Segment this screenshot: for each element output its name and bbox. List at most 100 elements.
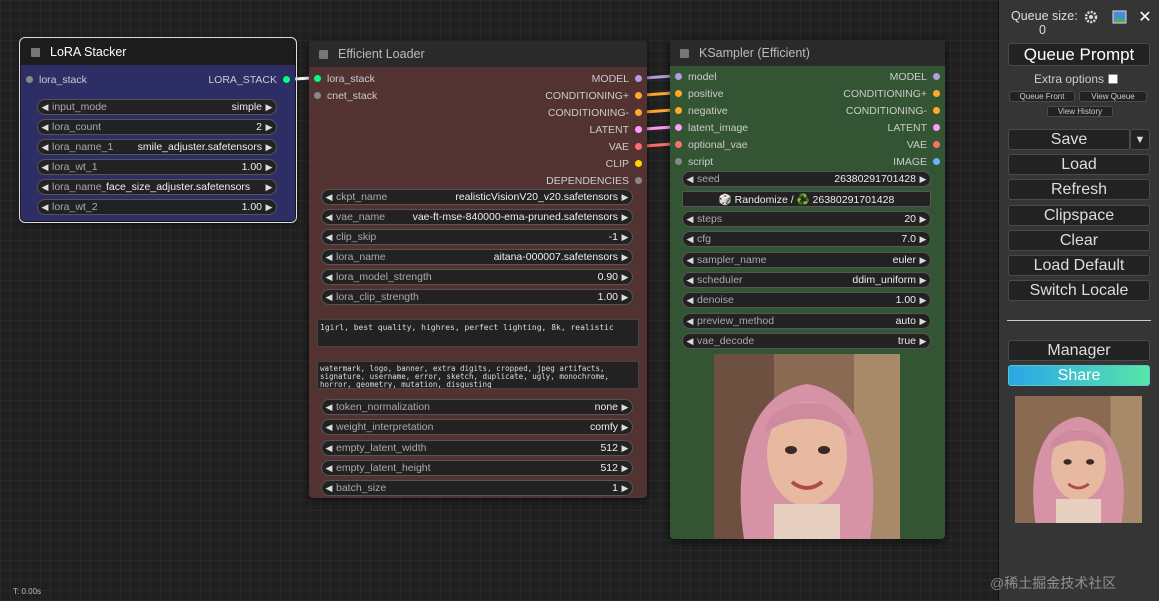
output-slot-vae[interactable]: VAE: [609, 138, 647, 155]
view-history-button[interactable]: View History: [1047, 106, 1113, 117]
arrow-left-icon[interactable]: ◀: [683, 295, 697, 306]
arrow-left-icon[interactable]: ◀: [322, 443, 336, 454]
input-slot-negative[interactable]: negative: [670, 102, 728, 119]
arrow-right-icon[interactable]: ▶: [618, 272, 632, 283]
output-slot-vae[interactable]: VAE: [907, 136, 945, 153]
queue-prompt-button[interactable]: Queue Prompt: [1008, 43, 1150, 66]
widget-sampler-name[interactable]: ◀ sampler_name euler ▶: [682, 252, 931, 268]
arrow-left-icon[interactable]: ◀: [322, 232, 336, 243]
output-slot-latent[interactable]: LATENT: [590, 121, 647, 138]
output-slot-lora-stack[interactable]: LORA_STACK: [208, 71, 295, 88]
widget-lora-wt-1[interactable]: ◀ lora_wt_1 1.00 ▶: [37, 159, 277, 175]
arrow-right-icon[interactable]: ▶: [618, 483, 632, 494]
widget-batch-size[interactable]: ◀ batch_size 1 ▶: [321, 480, 633, 496]
arrow-left-icon[interactable]: ◀: [322, 422, 336, 433]
arrow-right-icon[interactable]: ▶: [618, 422, 632, 433]
widget-denoise[interactable]: ◀ denoise 1.00 ▶: [682, 292, 931, 308]
arrow-right-icon[interactable]: ▶: [916, 275, 930, 286]
collapse-icon[interactable]: [680, 48, 689, 58]
arrow-left-icon[interactable]: ◀: [683, 336, 697, 347]
output-slot-conditioning-positive[interactable]: CONDITIONING+: [843, 85, 945, 102]
arrow-right-icon[interactable]: ▶: [618, 443, 632, 454]
load-default-button[interactable]: Load Default: [1008, 255, 1150, 276]
arrow-right-icon[interactable]: ▶: [262, 122, 276, 133]
arrow-right-icon[interactable]: ▶: [618, 232, 632, 243]
arrow-right-icon[interactable]: ▶: [916, 234, 930, 245]
arrow-left-icon[interactable]: ◀: [38, 142, 52, 153]
arrow-left-icon[interactable]: ◀: [322, 463, 336, 474]
output-slot-clip[interactable]: CLIP: [606, 155, 647, 172]
arrow-left-icon[interactable]: ◀: [683, 214, 697, 225]
arrow-left-icon[interactable]: ◀: [38, 162, 52, 173]
widget-input-mode[interactable]: ◀ input_mode simple ▶: [37, 99, 277, 115]
switch-locale-button[interactable]: Switch Locale: [1008, 280, 1150, 301]
widget-lora-count[interactable]: ◀ lora_count 2 ▶: [37, 119, 277, 135]
arrow-right-icon[interactable]: ▶: [618, 463, 632, 474]
arrow-right-icon[interactable]: ▶: [916, 295, 930, 306]
arrow-left-icon[interactable]: ◀: [322, 483, 336, 494]
node-title-bar[interactable]: KSampler (Efficient): [670, 40, 945, 66]
save-button[interactable]: Save: [1008, 129, 1130, 150]
widget-vae-name[interactable]: ◀ vae_name vae-ft-mse-840000-ema-pruned.…: [321, 209, 633, 225]
widget-token-normalization[interactable]: ◀ token_normalization none ▶: [321, 399, 633, 415]
widget-steps[interactable]: ◀ steps 20 ▶: [682, 211, 931, 227]
close-icon[interactable]: ✕: [1137, 9, 1153, 26]
output-slot-conditioning-positive[interactable]: CONDITIONING+: [545, 87, 647, 104]
input-slot-latent-image[interactable]: latent_image: [670, 119, 748, 136]
widget-preview-method[interactable]: ◀ preview_method auto ▶: [682, 313, 931, 329]
input-slot-lora-stack[interactable]: lora_stack: [309, 70, 375, 87]
widget-empty-latent-height[interactable]: ◀ empty_latent_height 512 ▶: [321, 460, 633, 476]
widget-lora-model-strength[interactable]: ◀ lora_model_strength 0.90 ▶: [321, 269, 633, 285]
arrow-right-icon[interactable]: ▶: [262, 102, 276, 113]
arrow-left-icon[interactable]: ◀: [683, 174, 697, 185]
input-slot-lora-stack[interactable]: lora_stack: [21, 71, 87, 88]
load-button[interactable]: Load: [1008, 154, 1150, 175]
arrow-left-icon[interactable]: ◀: [38, 102, 52, 113]
widget-scheduler[interactable]: ◀ scheduler ddim_uniform ▶: [682, 272, 931, 288]
arrow-left-icon[interactable]: ◀: [683, 234, 697, 245]
image-gallery-icon[interactable]: [1111, 9, 1127, 25]
output-slot-model[interactable]: MODEL: [890, 68, 945, 85]
arrow-left-icon[interactable]: ◀: [322, 192, 336, 203]
arrow-right-icon[interactable]: ▶: [262, 142, 276, 153]
arrow-right-icon[interactable]: ▶: [618, 252, 632, 263]
clipspace-button[interactable]: Clipspace: [1008, 205, 1150, 226]
input-slot-script[interactable]: script: [670, 153, 713, 170]
randomize-seed-button[interactable]: 🎲 Randomize / ♻️ 26380291701428: [682, 191, 931, 207]
arrow-right-icon[interactable]: ▶: [618, 292, 632, 303]
generated-image-preview[interactable]: [714, 354, 900, 539]
widget-vae-decode[interactable]: ◀ vae_decode true ▶: [682, 333, 931, 349]
view-queue-button[interactable]: View Queue: [1079, 91, 1147, 102]
negative-prompt-textarea[interactable]: watermark, logo, banner, extra digits, c…: [317, 361, 639, 389]
arrow-right-icon[interactable]: ▶: [916, 316, 930, 327]
input-slot-model[interactable]: model: [670, 68, 717, 85]
arrow-right-icon[interactable]: ▶: [916, 255, 930, 266]
clear-button[interactable]: Clear: [1008, 230, 1150, 251]
arrow-left-icon[interactable]: ◀: [38, 202, 52, 213]
extra-options-toggle[interactable]: Extra options: [1034, 72, 1119, 86]
node-title-bar[interactable]: Efficient Loader: [309, 41, 647, 67]
arrow-right-icon[interactable]: ▶: [916, 214, 930, 225]
arrow-right-icon[interactable]: ▶: [618, 402, 632, 413]
widget-ckpt-name[interactable]: ◀ ckpt_name realisticVisionV20_v20.safet…: [321, 189, 633, 205]
manager-button[interactable]: Manager: [1008, 340, 1150, 361]
ksampler-node[interactable]: KSampler (Efficient) model positive nega: [670, 40, 945, 539]
arrow-right-icon[interactable]: ▶: [618, 212, 632, 223]
widget-cfg[interactable]: ◀ cfg 7.0 ▶: [682, 231, 931, 247]
widget-lora-name-2[interactable]: ◀ lora_name_2 face_size_adjuster.safeten…: [37, 179, 277, 195]
gear-icon[interactable]: [1083, 9, 1099, 25]
output-slot-model[interactable]: MODEL: [592, 70, 647, 87]
collapse-icon[interactable]: [31, 47, 40, 57]
history-thumbnail[interactable]: [1015, 396, 1142, 523]
arrow-left-icon[interactable]: ◀: [683, 275, 697, 286]
arrow-right-icon[interactable]: ▶: [262, 202, 276, 213]
refresh-button[interactable]: Refresh: [1008, 179, 1150, 200]
widget-weight-interpretation[interactable]: ◀ weight_interpretation comfy ▶: [321, 419, 633, 435]
extra-options-checkbox[interactable]: [1108, 74, 1119, 84]
collapse-icon[interactable]: [319, 49, 328, 59]
arrow-right-icon[interactable]: ▶: [916, 336, 930, 347]
output-slot-latent[interactable]: LATENT: [888, 119, 945, 136]
arrow-left-icon[interactable]: ◀: [683, 316, 697, 327]
arrow-left-icon[interactable]: ◀: [38, 122, 52, 133]
arrow-left-icon[interactable]: ◀: [322, 272, 336, 283]
